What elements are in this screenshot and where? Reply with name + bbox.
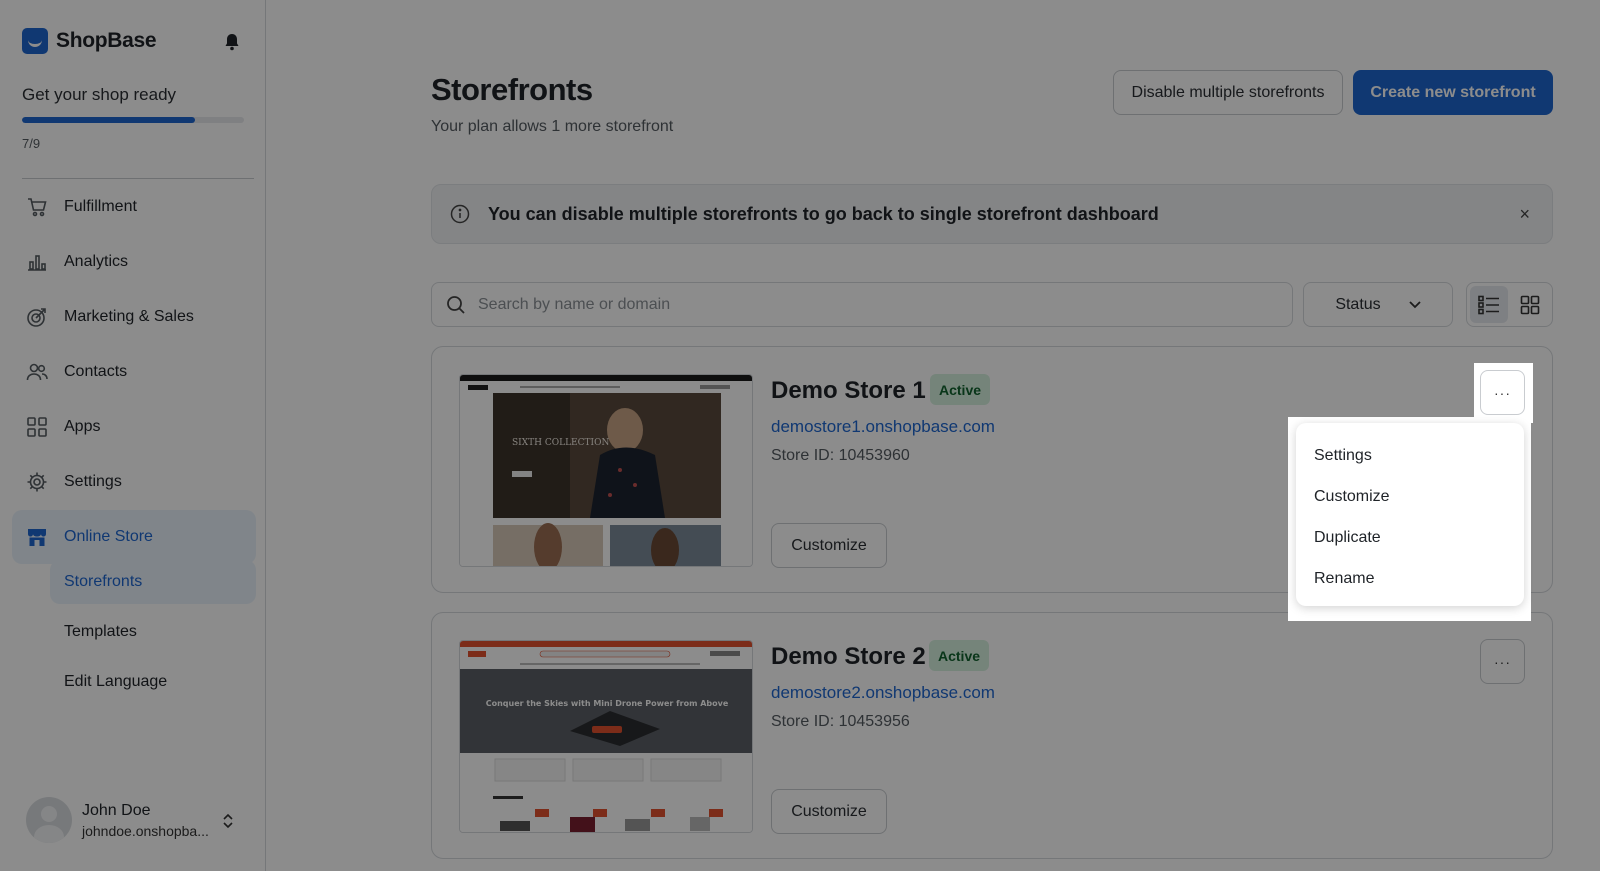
- sidebar-item-marketing[interactable]: Marketing & Sales: [12, 290, 256, 344]
- storefront-preview-image: Conquer the Skies with Mini Drone Power …: [460, 641, 752, 832]
- gear-icon: [27, 472, 47, 492]
- cart-icon: [28, 198, 47, 217]
- onboarding-progress-fill: [22, 117, 195, 123]
- create-new-storefront-button[interactable]: Create new storefront: [1353, 70, 1553, 115]
- sidebar-item-label: Analytics: [64, 253, 129, 270]
- list-view-button[interactable]: [1470, 286, 1508, 323]
- sidebar-item-label: Fulfillment: [64, 198, 137, 215]
- storefront-preview-image: SIXTH COLLECTION: [460, 375, 752, 566]
- sidebar-item-fulfillment[interactable]: Fulfillment: [12, 180, 256, 234]
- user-profile[interactable]: John Doe johndoe.onshopba...: [26, 797, 209, 843]
- sidebar-item-label: Online Store: [64, 528, 153, 545]
- sidebar: ShopBase Get your shop ready 7/9 Fulfill…: [0, 0, 266, 871]
- online-store-subnav: Storefronts Templates Edit Language: [50, 560, 256, 710]
- store-id: Store ID: 10453956: [771, 713, 910, 730]
- actions-dropdown-menu: Settings Customize Duplicate Rename: [1296, 423, 1524, 606]
- list-view-icon: [1477, 295, 1499, 314]
- sidebar-subitem-edit-language[interactable]: Edit Language: [50, 660, 256, 704]
- thumbnail-caption: SIXTH COLLECTION: [512, 438, 609, 448]
- customize-button[interactable]: Customize: [771, 789, 887, 834]
- grid-view-button[interactable]: [1512, 286, 1550, 323]
- status-filter-select[interactable]: Status: [1303, 282, 1453, 327]
- brand-logo[interactable]: ShopBase: [22, 28, 157, 54]
- sidebar-subitem-templates[interactable]: Templates: [50, 610, 256, 654]
- storefront-card: Conquer the Skies with Mini Drone Power …: [431, 612, 1553, 859]
- status-badge: Active: [929, 640, 990, 671]
- store-name: Demo Store 1: [771, 377, 926, 404]
- user-name: John Doe: [82, 801, 151, 819]
- brand-name: ShopBase: [56, 29, 157, 52]
- sidebar-item-label: Contacts: [64, 363, 128, 380]
- shopbase-logo-icon: [22, 28, 48, 54]
- page-subtitle: Your plan allows 1 more storefront: [431, 118, 674, 135]
- sidebar-nav: Fulfillment Analytics Marketing & Sales …: [12, 180, 256, 565]
- bell-icon[interactable]: [224, 33, 240, 51]
- sidebar-item-contacts[interactable]: Contacts: [12, 345, 256, 399]
- banner-text: You can disable multiple storefronts to …: [488, 203, 1159, 224]
- onboarding-progress-bar: [22, 117, 244, 123]
- target-icon: [27, 308, 46, 327]
- disable-multiple-storefronts-button[interactable]: Disable multiple storefronts: [1113, 70, 1343, 115]
- info-icon: [450, 204, 470, 224]
- menu-item-duplicate[interactable]: Duplicate: [1296, 517, 1524, 558]
- page-title: Storefronts: [431, 72, 593, 107]
- sidebar-divider: [22, 178, 254, 179]
- thumbnail-caption: Conquer the Skies with Mini Drone Power …: [486, 699, 729, 708]
- store-url-link[interactable]: demostore1.onshopbase.com: [771, 417, 995, 437]
- menu-item-customize[interactable]: Customize: [1296, 476, 1524, 517]
- sidebar-item-online-store[interactable]: Online Store: [12, 510, 256, 564]
- apps-grid-icon: [27, 417, 47, 437]
- chevron-up-down-icon[interactable]: [222, 813, 234, 829]
- chevron-down-icon: [1409, 300, 1421, 308]
- sidebar-item-settings[interactable]: Settings: [12, 455, 256, 509]
- store-icon: [28, 529, 46, 546]
- customize-button[interactable]: Customize: [771, 523, 887, 568]
- grid-view-icon: [1520, 295, 1540, 314]
- onboarding-title[interactable]: Get your shop ready: [22, 85, 176, 105]
- storefront-thumbnail[interactable]: SIXTH COLLECTION: [459, 374, 753, 567]
- users-icon: [26, 363, 48, 381]
- search-input[interactable]: [478, 295, 1258, 314]
- more-actions-button[interactable]: ···: [1480, 370, 1525, 415]
- menu-item-rename[interactable]: Rename: [1296, 558, 1524, 599]
- status-badge: Active: [930, 374, 991, 405]
- user-email: johndoe.onshopba...: [82, 822, 209, 839]
- avatar: [26, 797, 72, 843]
- store-name: Demo Store 2: [771, 643, 926, 670]
- search-icon: [447, 295, 465, 314]
- status-filter-label: Status: [1335, 295, 1381, 313]
- sidebar-subitem-storefronts[interactable]: Storefronts: [50, 560, 256, 604]
- sidebar-item-analytics[interactable]: Analytics: [12, 235, 256, 289]
- sidebar-item-label: Apps: [64, 418, 101, 435]
- storefront-thumbnail[interactable]: Conquer the Skies with Mini Drone Power …: [459, 640, 753, 833]
- menu-item-settings[interactable]: Settings: [1296, 435, 1524, 476]
- info-banner: You can disable multiple storefronts to …: [431, 184, 1553, 244]
- bar-chart-icon: [28, 255, 46, 271]
- more-actions-button[interactable]: ···: [1480, 639, 1525, 684]
- sidebar-item-label: Marketing & Sales: [64, 308, 194, 325]
- search-box: [431, 282, 1293, 327]
- view-toggle: [1466, 282, 1553, 327]
- sidebar-item-label: Settings: [64, 473, 122, 490]
- sidebar-item-apps[interactable]: Apps: [12, 400, 256, 454]
- store-url-link[interactable]: demostore2.onshopbase.com: [771, 683, 995, 703]
- close-icon[interactable]: ×: [1519, 204, 1530, 225]
- onboarding-progress-text: 7/9: [22, 136, 41, 151]
- store-id: Store ID: 10453960: [771, 447, 910, 464]
- more-actions-highlight: ···: [1474, 363, 1533, 423]
